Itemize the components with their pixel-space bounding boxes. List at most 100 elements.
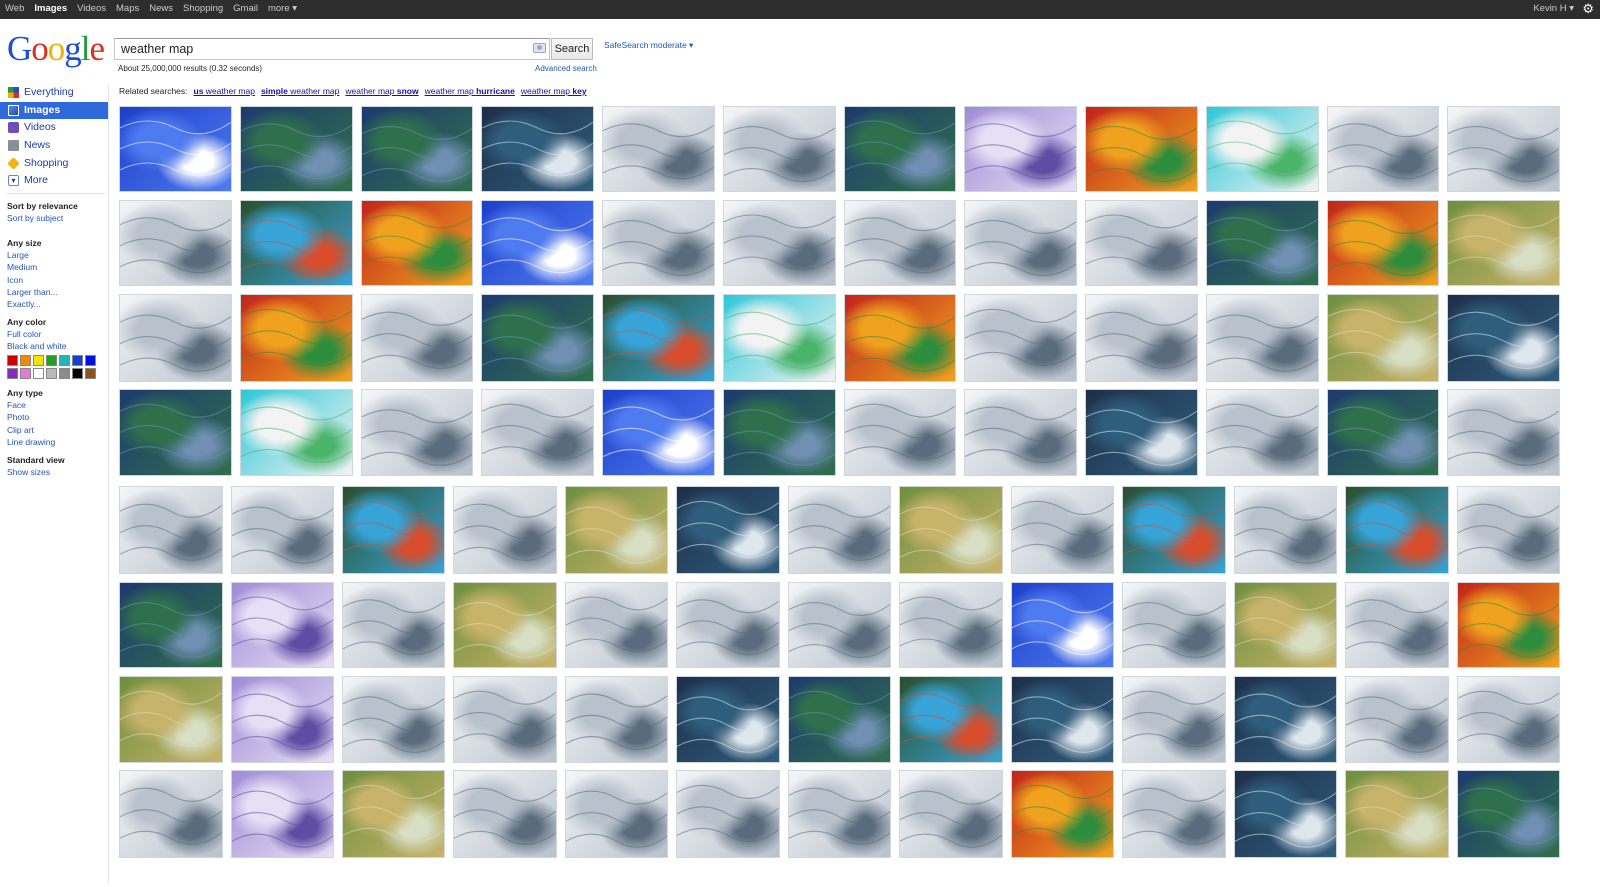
image-result-gray-cloud-map[interactable] <box>564 582 669 668</box>
image-result-texas-temperature-map[interactable] <box>843 294 957 382</box>
sidebar-item-videos[interactable]: Videos <box>0 119 108 137</box>
image-result-green-terrain-outline[interactable] <box>341 770 446 858</box>
image-result-beige-pressure-map[interactable] <box>360 389 474 476</box>
image-result-line-front-sketch[interactable] <box>1085 294 1198 382</box>
image-result-blue-surface-map[interactable] <box>899 582 1003 668</box>
image-result-current-surface-radar[interactable] <box>119 389 232 476</box>
top-nav-link[interactable]: Shopping <box>183 3 223 14</box>
image-result-cartoon-weather-icons[interactable] <box>119 106 232 192</box>
color-swatch[interactable] <box>7 368 18 379</box>
image-result-current-surface-green[interactable] <box>119 582 223 668</box>
image-result-hurricane-radar-map[interactable] <box>602 294 715 382</box>
color-swatch[interactable] <box>59 355 70 366</box>
image-result-cyan-radar-map[interactable] <box>899 676 1003 763</box>
image-result-purple-isobar-map[interactable] <box>230 676 334 763</box>
color-swatch[interactable] <box>20 355 31 366</box>
top-nav-link[interactable]: Videos <box>77 3 106 14</box>
image-result-beige-station-map[interactable] <box>1010 486 1115 574</box>
image-result-state-click-map[interactable] <box>722 294 836 382</box>
image-result-web-page-map[interactable] <box>899 770 1003 858</box>
image-result-florida-weather-chart[interactable] <box>230 486 334 574</box>
image-result-blue-kids-weather-map[interactable] <box>481 200 595 286</box>
image-result-china-map[interactable] <box>564 486 669 574</box>
image-result-surface-fronts-map[interactable] <box>481 294 595 382</box>
color-swatch[interactable] <box>72 355 83 366</box>
advanced-search-link[interactable]: Advanced search <box>535 64 597 73</box>
image-result-terrain-relief-map[interactable] <box>1326 294 1440 382</box>
top-nav-link[interactable]: Gmail <box>233 3 258 14</box>
image-result-us-surface-analysis[interactable] <box>1456 486 1560 574</box>
image-result-station-grid-map[interactable] <box>453 770 557 858</box>
image-result-weather-key-diagram[interactable] <box>676 582 780 668</box>
search-button[interactable]: Search <box>551 38 593 60</box>
image-result-netservice-pressure-map[interactable] <box>722 200 836 286</box>
related-search-link[interactable]: us weather map <box>194 86 255 96</box>
image-result-isobar-sheet[interactable] <box>1122 582 1226 668</box>
image-result-todays-forecast-screen[interactable] <box>119 770 223 858</box>
image-result-cartoon-weatherman[interactable] <box>1010 582 1115 668</box>
image-result-current-temperatures-red[interactable] <box>360 200 474 286</box>
color-swatch[interactable] <box>59 368 70 379</box>
sort-option[interactable]: Sort by subject <box>7 212 78 224</box>
image-result-sketch-front-map[interactable] <box>602 106 715 192</box>
color-swatch[interactable] <box>20 368 31 379</box>
image-result-forecast-valid-map[interactable] <box>1122 676 1226 763</box>
image-result-night-satellite-map[interactable] <box>1085 389 1198 476</box>
color-swatch[interactable] <box>7 355 18 366</box>
image-result-blue-fronts-map[interactable] <box>1326 389 1440 476</box>
image-result-hoboken-weather-map[interactable] <box>964 200 1078 286</box>
image-result-satellite-blue-map[interactable] <box>1010 676 1115 763</box>
image-result-colored-station-plot[interactable] <box>1205 389 1319 476</box>
image-result-australia-forecast-map[interactable] <box>1447 106 1561 192</box>
image-result-africa-terrain-map[interactable] <box>1345 770 1449 858</box>
color-swatch[interactable] <box>72 368 83 379</box>
image-result-green-forecast-map[interactable] <box>899 486 1003 574</box>
size-option[interactable]: Large <box>7 249 58 261</box>
image-result-isobar-white-map[interactable] <box>1345 582 1449 668</box>
image-result-snow-band-map[interactable] <box>341 486 446 574</box>
image-result-noaa-front-map[interactable] <box>843 106 957 192</box>
related-search-link[interactable]: simple weather map <box>261 86 339 96</box>
color-swatch[interactable] <box>33 355 44 366</box>
related-search-link[interactable]: weather map snow <box>345 86 418 96</box>
image-result-southeast-radar-map[interactable] <box>1122 486 1226 574</box>
image-result-australia-isobar-map[interactable] <box>1233 486 1338 574</box>
image-result-colorful-station-map[interactable] <box>1205 106 1319 192</box>
sidebar-item-everything[interactable]: Everything <box>0 84 108 102</box>
sidebar-item-images[interactable]: Images <box>0 101 108 120</box>
color-swatch[interactable] <box>46 355 57 366</box>
image-result-todays-forecast-heat[interactable] <box>1010 770 1115 858</box>
image-result-precip-radar-map[interactable] <box>1345 486 1449 574</box>
image-result-route-line-map[interactable] <box>239 389 353 476</box>
image-result-cloud-satellite-map[interactable] <box>1447 294 1561 382</box>
search-input[interactable] <box>114 38 550 60</box>
image-result-pink-front-map[interactable] <box>230 582 334 668</box>
sidebar-item-more[interactable]: ▾ More <box>0 172 108 190</box>
image-result-isobar-sketch-map[interactable] <box>964 389 1078 476</box>
image-result-old-chart-scan[interactable] <box>453 486 557 574</box>
type-option[interactable]: Photo <box>7 411 55 423</box>
image-result-station-plot-map[interactable] <box>119 294 232 382</box>
image-result-faded-surface-map[interactable] <box>1456 676 1560 763</box>
image-result-terrain-pressure-map[interactable] <box>453 582 557 668</box>
image-result-usda-weather-bureau-map[interactable] <box>119 200 232 286</box>
image-result-satellite-radar-map[interactable] <box>676 676 780 763</box>
image-result-national-forecast-temperature[interactable] <box>1456 582 1560 668</box>
image-result-front-analysis-map[interactable] <box>602 200 715 286</box>
image-result-satellite-fronts-map[interactable] <box>676 486 780 574</box>
image-result-pressure-dark-map[interactable] <box>787 676 892 763</box>
image-result-contour-sheet-map[interactable] <box>230 770 334 858</box>
color-swatch[interactable] <box>33 368 44 379</box>
image-result-pressure-legend-map[interactable] <box>1122 770 1226 858</box>
type-option[interactable]: Line drawing <box>7 436 55 448</box>
image-result-low-pressure-map[interactable] <box>1205 294 1319 382</box>
image-result-ireland-today-map[interactable] <box>453 676 557 763</box>
image-result-blue-isobar-map[interactable] <box>964 294 1078 382</box>
camera-icon[interactable] <box>533 43 546 53</box>
size-option[interactable]: Icon <box>7 274 58 286</box>
image-result-high-low-arrows-map[interactable] <box>564 770 669 858</box>
image-result-us-road-weather-map[interactable] <box>787 486 892 574</box>
image-result-current-surface-blue[interactable] <box>722 389 836 476</box>
type-option[interactable]: Face <box>7 399 55 411</box>
image-result-compass-diagram[interactable] <box>564 676 669 763</box>
